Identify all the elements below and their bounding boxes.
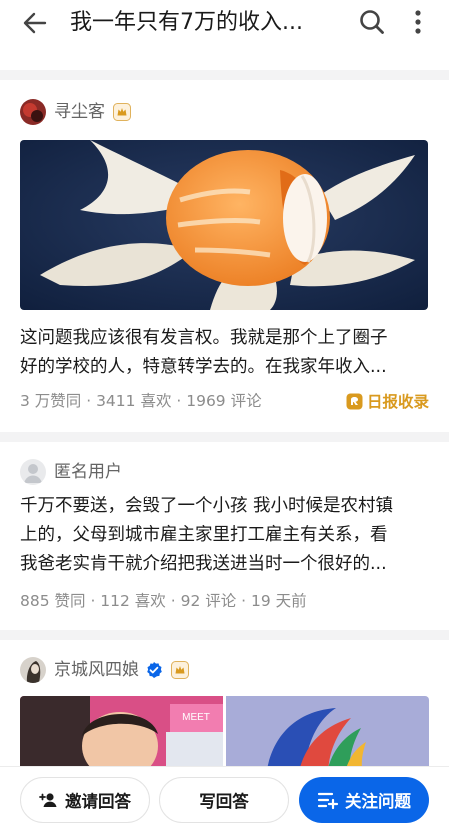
answer-excerpt[interactable]: 千万不要送，会毁了一个小孩 我小时候是农村镇 上的，父母到城市雇主家里打工雇主有… [20, 492, 430, 579]
excerpt-line: 这问题我应该很有发言权。我就是那个上了圈子 [20, 328, 388, 348]
follow-question-button[interactable]: 关注问题 [299, 777, 429, 823]
excerpt-line: 上的，父母到城市雇主家里打工雇主有关系，看 [20, 525, 388, 545]
excerpt-line: 好的学校的人，特意转学去的。在我家年收入... [20, 357, 387, 377]
follow-list-icon [317, 792, 339, 810]
answer-excerpt[interactable]: 这问题我应该很有发言权。我就是那个上了圈子 好的学校的人，特意转学去的。在我家年… [20, 324, 430, 382]
bottom-bar: 邀请回答 写回答 关注问题 [0, 766, 449, 830]
divider [0, 432, 449, 442]
follow-question-label: 关注问题 [345, 792, 411, 811]
write-answer-label: 写回答 [199, 792, 249, 811]
answer-image[interactable] [20, 140, 428, 310]
excerpt-line: 千万不要送，会毁了一个小孩 我小时候是农村镇 [20, 496, 394, 516]
divider [0, 630, 449, 640]
divider [0, 70, 449, 80]
app-bar: 我一年只有7万的收入... [0, 0, 449, 46]
daily-pick-label: 日报收录 [366, 393, 429, 411]
daily-pick-icon [346, 393, 363, 410]
more-vertical-icon[interactable] [406, 6, 430, 38]
crown-badge-icon [113, 103, 131, 121]
answer-image[interactable] [226, 696, 429, 766]
invite-person-icon [39, 793, 57, 807]
excerpt-line: 我爸老实肯干就介绍把我送进当时一个很好的... [20, 554, 387, 574]
avatar [20, 99, 46, 125]
write-answer-button[interactable]: 写回答 [159, 777, 289, 823]
invite-answer-label: 邀请回答 [65, 792, 131, 811]
author-name: 寻尘客 [54, 102, 105, 122]
answer-card[interactable]: 匿名用户 千万不要送，会毁了一个小孩 我小时候是农村镇 上的，父母到城市雇主家里… [0, 442, 449, 630]
answer-card[interactable]: 寻尘客 这问题我应该很有发言权。我就是那个上了圈子 好的学校的人，特意转学去的。… [0, 80, 449, 432]
verified-icon [145, 661, 163, 679]
answer-meta: 885 赞同 · 112 喜欢 · 92 评论 · 19 天前 [20, 592, 307, 610]
answer-image[interactable]: MEET [20, 696, 223, 766]
answer-meta: 3 万赞同 · 3411 喜欢 · 1969 评论 [20, 392, 262, 410]
arrow-left-icon[interactable] [18, 6, 52, 40]
answer-card[interactable]: 京城风四娘 MEET [0, 640, 449, 766]
crown-badge-icon [171, 661, 189, 679]
daily-pick-badge[interactable]: 日报收录 [346, 390, 429, 412]
invite-answer-button[interactable]: 邀请回答 [20, 777, 150, 823]
author-name: 匿名用户 [54, 462, 122, 482]
author-row[interactable]: 匿名用户 [20, 458, 122, 486]
image-text: MEET [182, 712, 210, 723]
author-row[interactable]: 寻尘客 [20, 98, 131, 126]
search-icon[interactable] [356, 6, 388, 38]
avatar [20, 657, 46, 683]
author-name: 京城风四娘 [54, 660, 139, 680]
page-title: 我一年只有7万的收入... [70, 10, 303, 35]
author-row[interactable]: 京城风四娘 [20, 656, 189, 684]
avatar [20, 459, 46, 485]
